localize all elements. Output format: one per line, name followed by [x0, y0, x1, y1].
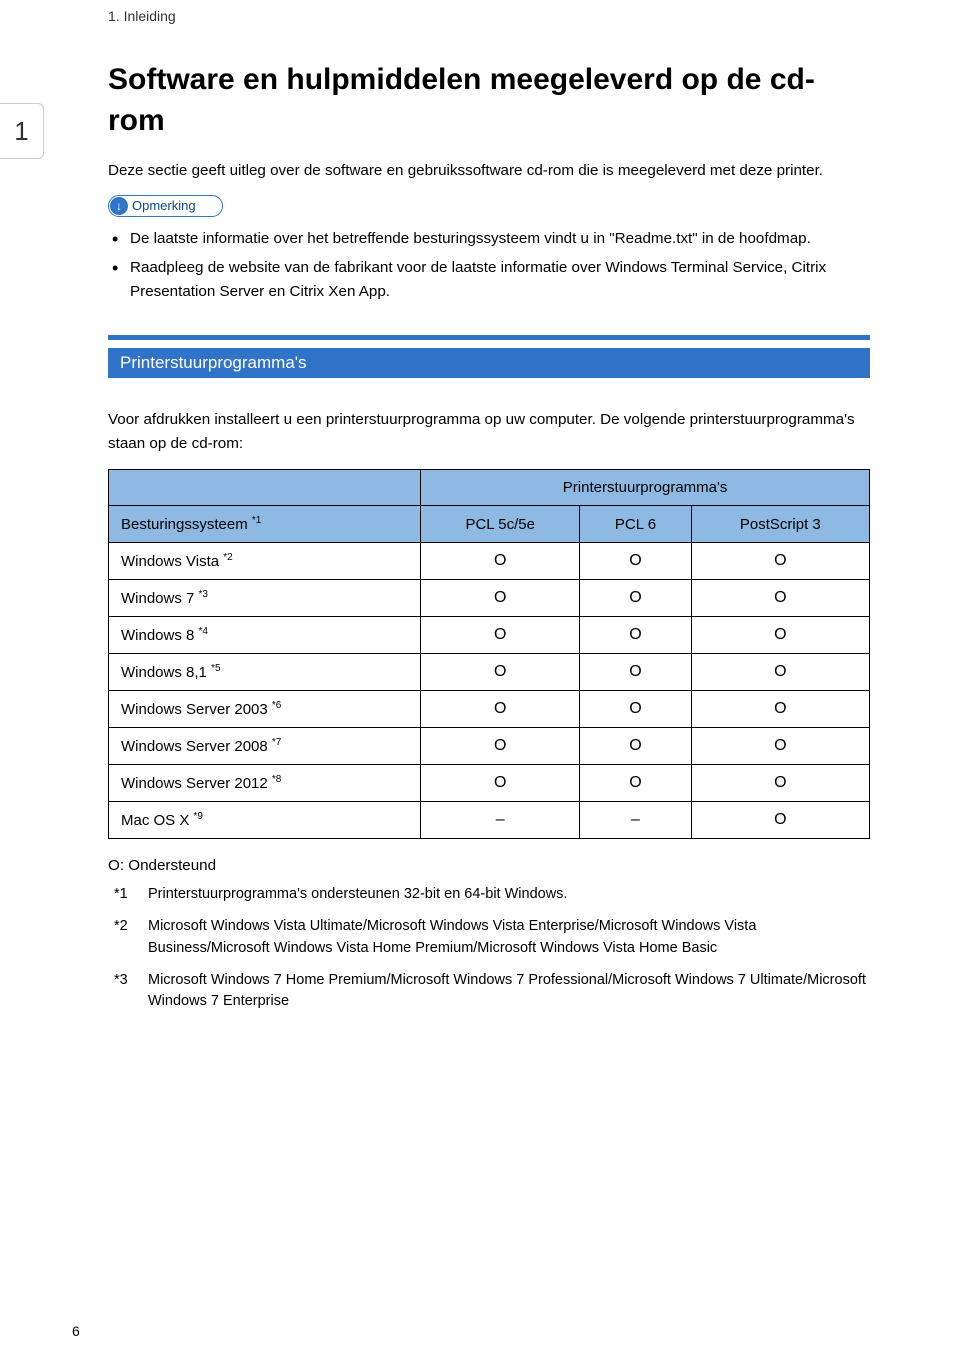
os-sup: *7 [272, 737, 281, 748]
footnote-item: *3Microsoft Windows 7 Home Premium/Micro… [148, 970, 870, 1014]
table-cell-mark: O [580, 691, 691, 728]
table-header-col: PostScript 3 [691, 506, 869, 543]
table-cell-mark: O [421, 691, 580, 728]
table-cell-mark: O [421, 543, 580, 580]
table-header-col: PCL 5c/5e [421, 506, 580, 543]
chapter-side-tab: 1 [0, 103, 44, 159]
table-cell-mark: O [580, 765, 691, 802]
table-cell-mark: O [421, 654, 580, 691]
table-cell-os: Windows Server 2003 *6 [109, 691, 421, 728]
table-row: Mac OS X *9––O [109, 802, 870, 839]
table-row: Windows 8,1 *5OOO [109, 654, 870, 691]
os-label: Windows 7 [121, 590, 199, 607]
note-badge: ↓ Opmerking [108, 195, 223, 217]
table-row: Windows Server 2012 *8OOO [109, 765, 870, 802]
footnote-list: *1 Printerstuurprogramma's ondersteunen 3… [108, 884, 870, 1013]
list-item: De laatste informatie over het betreffen… [130, 227, 870, 251]
footnote-text: Microsoft Windows Vista Ultimate/Microso… [148, 918, 756, 956]
table-cell-mark: O [580, 580, 691, 617]
table-cell-mark: O [580, 728, 691, 765]
table-cell-mark: O [691, 765, 869, 802]
table-cell-mark: O [421, 728, 580, 765]
os-label: Windows Vista [121, 553, 223, 570]
table-row: Windows 7 *3OOO [109, 580, 870, 617]
os-sup: *9 [194, 811, 203, 822]
footnote-marker: *1 [114, 884, 128, 906]
os-label: Windows Server 2003 [121, 701, 272, 718]
table-cell-mark: O [580, 617, 691, 654]
table-row: Windows 8 *4OOO [109, 617, 870, 654]
table-cell-mark: O [691, 691, 869, 728]
table-cell-os: Windows 7 *3 [109, 580, 421, 617]
section-paragraph: Voor afdrukken installeert u een printer… [108, 408, 870, 455]
table-cell-os: Windows 8 *4 [109, 617, 421, 654]
section-heading-bar: Printerstuurprogramma's [108, 335, 870, 386]
intro-paragraph: Deze sectie geeft uitleg over de softwar… [108, 159, 870, 183]
list-item: Raadpleeg de website van de fabrikant vo… [130, 256, 870, 303]
breadcrumb: 1. Inleiding [108, 8, 176, 24]
table-cell-mark: O [691, 617, 869, 654]
footnote-text: Printerstuurprogramma's ondersteunen 32-… [148, 886, 567, 902]
table-cell-mark: O [580, 654, 691, 691]
os-sup: *8 [272, 774, 281, 785]
page-title: Software en hulpmiddelen meegeleverd op … [108, 60, 870, 141]
page-number: 6 [72, 1323, 80, 1339]
os-label: Windows 8 [121, 627, 199, 644]
table-cell-mark: O [691, 802, 869, 839]
legend-text: : Ondersteund [120, 857, 216, 874]
table-header-group: Printerstuurprogramma's [421, 470, 870, 506]
table-cell-os: Windows Server 2012 *8 [109, 765, 421, 802]
table-cell-os: Windows 8,1 *5 [109, 654, 421, 691]
os-label: Windows Server 2012 [121, 775, 272, 792]
os-header-text: Besturingssysteem [121, 516, 252, 533]
legend: O: Ondersteund [108, 857, 870, 874]
arrow-down-icon: ↓ [110, 197, 128, 215]
section-title: Printerstuurprogramma's [108, 348, 870, 378]
table-row: Windows Server 2008 *7OOO [109, 728, 870, 765]
compatibility-table: Printerstuurprogramma's Besturingssystee… [108, 469, 870, 839]
table-cell-mark: – [421, 802, 580, 839]
table-cell-mark: O [421, 765, 580, 802]
table-row: Windows Server 2003 *6OOO [109, 691, 870, 728]
table-cell-mark: O [421, 617, 580, 654]
note-bullet-list: De laatste informatie over het betreffen… [108, 227, 870, 304]
footnote-marker: *2 [114, 916, 128, 938]
os-sup: *5 [211, 663, 220, 674]
os-header-sup: *1 [252, 515, 261, 526]
table-header-blank [109, 470, 421, 506]
os-label: Windows Server 2008 [121, 738, 272, 755]
footnote-marker: *3 [114, 970, 128, 992]
os-sup: *3 [199, 589, 208, 600]
os-sup: *6 [272, 700, 281, 711]
table-cell-mark: O [691, 654, 869, 691]
footnote-item: *2Microsoft Windows Vista Ultimate/Micro… [148, 916, 870, 960]
os-sup: *2 [223, 552, 232, 563]
table-cell-mark: O [421, 580, 580, 617]
os-sup: *4 [199, 626, 208, 637]
legend-mark: O [108, 857, 120, 874]
os-label: Mac OS X [121, 812, 194, 829]
table-cell-mark: O [691, 580, 869, 617]
os-label: Windows 8,1 [121, 664, 211, 681]
table-cell-mark: O [580, 543, 691, 580]
table-cell-mark: – [580, 802, 691, 839]
footnote-item: *1Printerstuurprogramma's ondersteunen 3… [148, 884, 870, 906]
table-cell-mark: O [691, 543, 869, 580]
footnote-text: Microsoft Windows 7 Home Premium/Microso… [148, 972, 866, 1010]
table-header-col: PCL 6 [580, 506, 691, 543]
table-cell-os: Mac OS X *9 [109, 802, 421, 839]
table-cell-mark: O [691, 728, 869, 765]
table-row: Windows Vista *2OOO [109, 543, 870, 580]
note-label: Opmerking [132, 198, 196, 213]
table-header-os: Besturingssysteem *1 [109, 506, 421, 543]
table-cell-os: Windows Server 2008 *7 [109, 728, 421, 765]
table-cell-os: Windows Vista *2 [109, 543, 421, 580]
